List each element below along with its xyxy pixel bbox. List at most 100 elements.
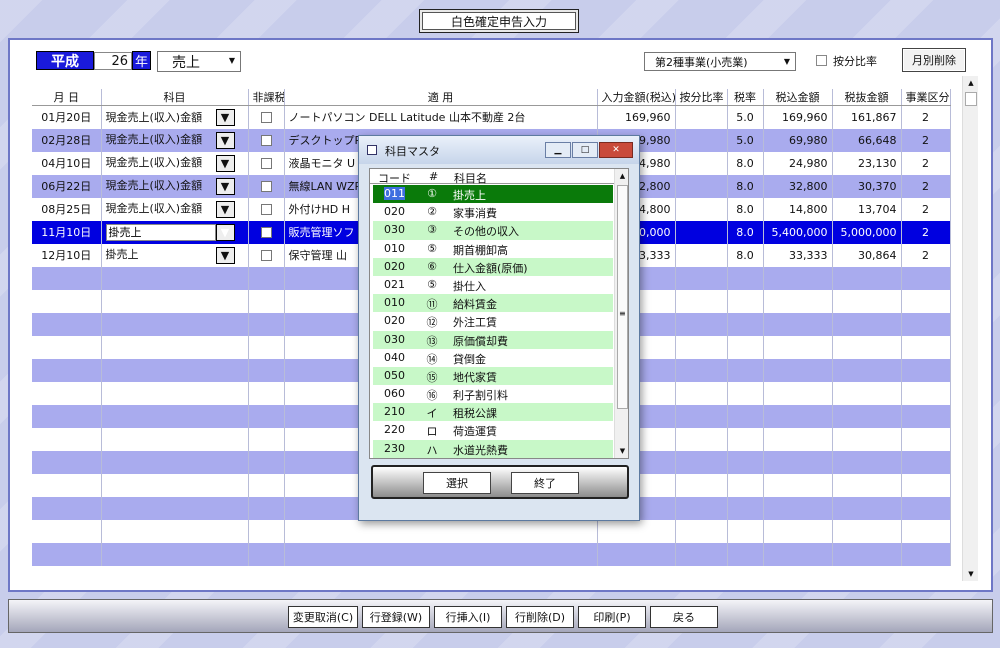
grid-cell[interactable]: 現金売上(収入)金額 ▼ xyxy=(101,105,249,129)
list-item[interactable]: 021 ⑤ 掛仕入 xyxy=(373,275,613,295)
list-item[interactable]: 020 ⑥ 仕入金額(原価) xyxy=(373,257,613,276)
grid-cell[interactable] xyxy=(727,312,764,336)
grid-cell[interactable] xyxy=(675,243,728,267)
grid-cell[interactable] xyxy=(763,381,833,405)
close-icon[interactable]: ✕ xyxy=(599,142,633,158)
grid-cell[interactable]: 現金売上(収入)金額 ▼ xyxy=(101,128,249,152)
grid-cell[interactable]: 12月10日 xyxy=(32,243,102,267)
grid-cell[interactable] xyxy=(32,312,102,336)
scroll-down-icon[interactable]: ▼ xyxy=(615,444,628,458)
scroll-up-icon[interactable]: ▲ xyxy=(615,169,628,183)
grid-cell[interactable] xyxy=(101,312,249,336)
grid-cell[interactable] xyxy=(675,266,728,290)
grid-cell[interactable] xyxy=(101,473,249,497)
grid-cell[interactable] xyxy=(832,289,902,313)
grid-cell[interactable]: 8.0 xyxy=(727,151,764,175)
grid-cell[interactable] xyxy=(832,358,902,382)
account-dropdown-icon[interactable]: ▼ xyxy=(215,200,235,218)
grid-cell[interactable] xyxy=(32,266,102,290)
grid-cell[interactable] xyxy=(101,404,249,428)
grid-cell[interactable] xyxy=(675,450,728,474)
grid-cell[interactable] xyxy=(901,358,951,382)
grid-cell[interactable]: 8.0 xyxy=(727,243,764,267)
cancel-change-button[interactable]: 変更取消(C) xyxy=(288,606,358,628)
table-row[interactable] xyxy=(32,519,951,543)
grid-cell[interactable]: 30,864 xyxy=(832,243,902,267)
grid-cell[interactable] xyxy=(832,335,902,359)
grid-cell[interactable] xyxy=(675,220,728,244)
grid-cell[interactable] xyxy=(727,473,764,497)
grid-cell[interactable] xyxy=(248,335,285,359)
grid-cell[interactable] xyxy=(32,404,102,428)
grid-cell[interactable] xyxy=(763,450,833,474)
account-dropdown-icon[interactable]: ▼ xyxy=(215,177,235,195)
tax-exempt-checkbox[interactable] xyxy=(260,250,272,261)
grid-cell[interactable] xyxy=(832,542,902,566)
grid-cell[interactable] xyxy=(901,473,951,497)
grid-cell[interactable] xyxy=(675,105,728,129)
grid-cell[interactable] xyxy=(832,266,902,290)
grid-cell[interactable]: 02月28日 xyxy=(32,128,102,152)
grid-cell[interactable] xyxy=(763,542,833,566)
grid-cell[interactable]: 14,800 xyxy=(763,197,833,221)
tax-exempt-checkbox[interactable] xyxy=(260,204,272,215)
grid-cell[interactable] xyxy=(675,473,728,497)
grid-cell[interactable]: 5,400,000 xyxy=(763,220,833,244)
list-item[interactable]: 060 ⑯ 利子割引料 xyxy=(373,385,613,404)
grid-cell[interactable] xyxy=(248,174,285,198)
grid-cell[interactable]: 掛売上 ▼ xyxy=(101,220,249,244)
list-item[interactable]: 020 ② 家事消費 xyxy=(373,203,613,222)
grid-cell[interactable]: 66,648 xyxy=(832,128,902,152)
grid-scrollbar[interactable]: ▲ ▼ xyxy=(962,76,978,581)
close-button[interactable]: 終了 xyxy=(511,472,579,494)
grid-cell[interactable]: 現金売上(収入)金額 ▼ xyxy=(101,151,249,175)
business-type-select[interactable]: 第2種事業(小売業) ▼ xyxy=(644,52,796,71)
list-item[interactable]: 220 ロ 荷造運賃 xyxy=(373,421,613,440)
grid-cell[interactable] xyxy=(727,335,764,359)
grid-cell[interactable] xyxy=(248,266,285,290)
account-dropdown-icon[interactable]: ▼ xyxy=(215,109,235,126)
grid-cell[interactable] xyxy=(727,404,764,428)
grid-cell[interactable] xyxy=(248,128,285,152)
grid-cell[interactable] xyxy=(32,335,102,359)
grid-cell[interactable] xyxy=(675,427,728,451)
grid-cell[interactable] xyxy=(675,358,728,382)
grid-cell[interactable] xyxy=(675,151,728,175)
grid-cell[interactable] xyxy=(101,358,249,382)
grid-cell[interactable] xyxy=(101,427,249,451)
grid-cell[interactable] xyxy=(675,335,728,359)
list-scrollbar[interactable]: ▲ ≡ ▼ xyxy=(614,169,628,458)
grid-cell[interactable] xyxy=(248,151,285,175)
tax-exempt-checkbox[interactable] xyxy=(260,227,272,238)
grid-cell[interactable] xyxy=(727,266,764,290)
list-item[interactable]: 230 ハ 水道光熱費 xyxy=(373,439,613,458)
insert-row-button[interactable]: 行挿入(I) xyxy=(434,606,502,628)
list-item[interactable]: 050 ⑮ 地代家賃 xyxy=(373,366,613,386)
grid-cell[interactable] xyxy=(101,450,249,474)
grid-cell[interactable] xyxy=(832,473,902,497)
grid-cell[interactable]: 現金売上(収入)金額 ▼ xyxy=(101,197,249,221)
grid-cell[interactable] xyxy=(248,312,285,336)
grid-cell[interactable] xyxy=(101,519,249,543)
ratio-checkbox[interactable] xyxy=(816,55,827,66)
grid-cell[interactable] xyxy=(675,174,728,198)
grid-cell[interactable] xyxy=(248,473,285,497)
grid-cell[interactable]: 5.0 xyxy=(727,128,764,152)
grid-cell[interactable] xyxy=(675,289,728,313)
grid-cell[interactable]: 169,960 xyxy=(763,105,833,129)
grid-cell[interactable] xyxy=(248,404,285,428)
grid-cell[interactable] xyxy=(675,519,728,543)
minimize-icon[interactable]: ▁ xyxy=(545,142,571,158)
list-item[interactable]: 020 ⑫ 外注工賃 xyxy=(373,312,613,331)
grid-cell[interactable] xyxy=(32,519,102,543)
account-list[interactable]: コード # 科目名 011 ① 掛売上 020 ② 家事消費 030 ③ その他の収入 010 ⑤ 期… xyxy=(369,168,629,459)
scroll-up-icon[interactable]: ▲ xyxy=(963,76,979,90)
grid-cell[interactable]: 06月22日 xyxy=(32,174,102,198)
scroll-down-icon[interactable]: ▼ xyxy=(963,567,979,581)
grid-cell[interactable] xyxy=(32,496,102,520)
grid-cell[interactable]: 23,130 xyxy=(832,151,902,175)
grid-cell[interactable]: 161,867 xyxy=(832,105,902,129)
account-dropdown-icon[interactable]: ▼ xyxy=(215,154,235,172)
grid-cell[interactable] xyxy=(101,381,249,405)
maximize-icon[interactable]: □ xyxy=(572,142,598,158)
